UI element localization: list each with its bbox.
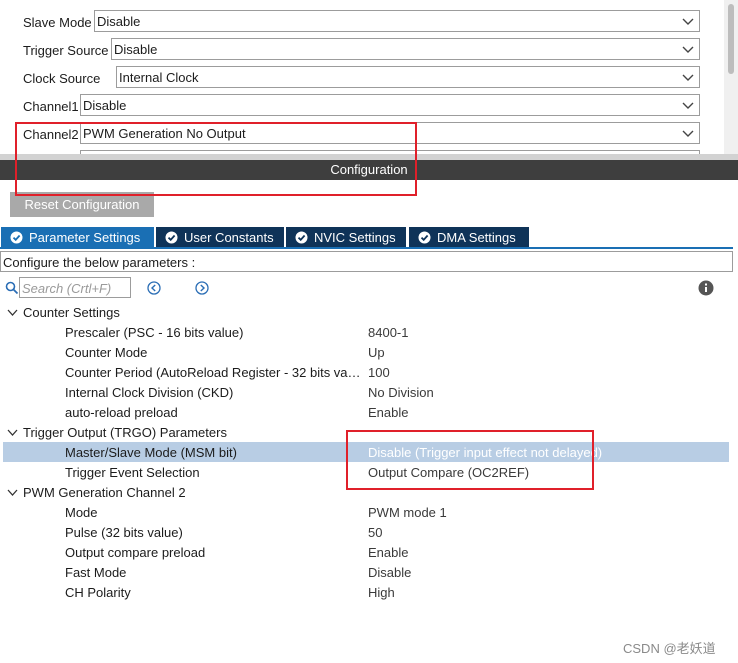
info-icon[interactable] — [698, 280, 714, 296]
param-value[interactable]: Enable — [368, 405, 408, 420]
description-box: Configure the below parameters : — [0, 251, 733, 272]
param-value[interactable]: PWM mode 1 — [368, 505, 447, 520]
param-row[interactable]: CH Polarity High — [0, 582, 733, 602]
next-match-icon[interactable] — [195, 281, 209, 295]
param-row[interactable]: Counter Mode Up — [0, 342, 733, 362]
previous-match-icon[interactable] — [147, 281, 161, 295]
tab-label: Parameter Settings — [29, 230, 141, 245]
channel2-select[interactable]: PWM Generation No Output — [80, 122, 700, 144]
param-name: Counter Mode — [65, 345, 148, 360]
slave-mode-row: Slave Mode Disable — [0, 8, 724, 36]
group-trigger-output[interactable]: Trigger Output (TRGO) Parameters — [0, 422, 733, 442]
check-circle-icon — [165, 231, 178, 244]
search-input[interactable] — [22, 280, 128, 296]
param-value[interactable]: 100 — [368, 365, 390, 380]
slave-mode-label: Slave Mode — [23, 15, 92, 30]
group-title: PWM Generation Channel 2 — [23, 485, 186, 500]
param-name: auto-reload preload — [65, 405, 178, 420]
search-field[interactable] — [19, 277, 131, 298]
group-counter-settings[interactable]: Counter Settings — [0, 302, 733, 322]
param-row[interactable]: Pulse (32 bits value) 50 — [0, 522, 733, 542]
channel2-label: Channel2 — [23, 127, 79, 142]
param-row[interactable]: Trigger Event Selection Output Compare (… — [0, 462, 733, 482]
tab-dma-settings[interactable]: DMA Settings — [409, 227, 529, 248]
param-name: Mode — [65, 505, 98, 520]
slave-mode-value: Disable — [97, 14, 141, 29]
group-title: Counter Settings — [23, 305, 120, 320]
chevron-down-icon — [682, 74, 694, 81]
check-circle-icon — [10, 231, 23, 244]
reset-configuration-button[interactable]: Reset Configuration — [10, 192, 154, 217]
param-name: Counter Period (AutoReload Register - 32… — [65, 365, 361, 380]
channel1-label: Channel1 — [23, 99, 79, 114]
param-value[interactable]: 8400-1 — [368, 325, 408, 340]
chevron-down-icon[interactable] — [7, 487, 18, 498]
trigger-source-row: Trigger Source Disable — [0, 36, 724, 64]
param-row[interactable]: Counter Period (AutoReload Register - 32… — [0, 362, 733, 382]
clock-source-value: Internal Clock — [119, 70, 199, 85]
param-row[interactable]: Fast Mode Disable — [0, 562, 733, 582]
clock-source-label: Clock Source — [23, 71, 101, 86]
param-value[interactable]: Disable — [368, 565, 411, 580]
param-row[interactable]: Internal Clock Division (CKD) No Divisio… — [0, 382, 733, 402]
chevron-down-icon — [682, 102, 694, 109]
clock-source-select[interactable]: Internal Clock — [116, 66, 700, 88]
check-circle-icon — [295, 231, 308, 244]
chevron-down-icon — [682, 18, 694, 25]
param-name: Prescaler (PSC - 16 bits value) — [65, 325, 244, 340]
channel1-select[interactable]: Disable — [80, 94, 700, 116]
group-title: Trigger Output (TRGO) Parameters — [23, 425, 227, 440]
param-name: Fast Mode — [65, 565, 127, 580]
channel2-value: PWM Generation No Output — [83, 126, 246, 141]
param-row[interactable]: Output compare preload Enable — [0, 542, 733, 562]
search-icon — [5, 281, 19, 295]
description-text: Configure the below parameters : — [3, 255, 196, 270]
param-row-selected[interactable]: Master/Slave Mode (MSM bit) Disable (Tri… — [3, 442, 729, 462]
param-row[interactable]: auto-reload preload Enable — [0, 402, 733, 422]
chevron-down-icon[interactable] — [7, 307, 18, 318]
chevron-down-icon[interactable] — [7, 427, 18, 438]
mode-panel: Slave Mode Disable Trigger Source Disabl… — [0, 0, 724, 154]
tab-user-constants[interactable]: User Constants — [156, 227, 284, 248]
slave-mode-select[interactable]: Disable — [94, 10, 700, 32]
tab-parameter-settings[interactable]: Parameter Settings — [1, 227, 154, 248]
channel2-row: Channel2 PWM Generation No Output — [0, 120, 724, 148]
channel1-row: Channel1 Disable — [0, 92, 724, 120]
configuration-header: Configuration — [0, 160, 738, 180]
param-value[interactable]: Output Compare (OC2REF) — [368, 465, 529, 480]
mode-panel-scrollbar[interactable] — [724, 0, 738, 154]
param-name: Output compare preload — [65, 545, 206, 560]
param-name: Internal Clock Division (CKD) — [65, 385, 234, 400]
param-name: Master/Slave Mode (MSM bit) — [65, 445, 237, 460]
param-value[interactable]: Up — [368, 345, 385, 360]
param-value[interactable]: 50 — [368, 525, 382, 540]
tab-nvic-settings[interactable]: NVIC Settings — [286, 227, 406, 248]
tab-label: DMA Settings — [437, 230, 516, 245]
trigger-source-value: Disable — [114, 42, 158, 57]
clock-source-row: Clock Source Internal Clock — [0, 64, 724, 92]
param-value[interactable]: High — [368, 585, 395, 600]
param-name: Trigger Event Selection — [65, 465, 200, 480]
param-row[interactable]: Prescaler (PSC - 16 bits value) 8400-1 — [0, 322, 733, 342]
scrollbar-thumb[interactable] — [728, 4, 734, 74]
tab-label: NVIC Settings — [314, 230, 396, 245]
group-pwm-channel-2[interactable]: PWM Generation Channel 2 — [0, 482, 733, 502]
watermark: CSDN @老妖道 — [623, 641, 716, 656]
param-row[interactable]: Mode PWM mode 1 — [0, 502, 733, 522]
param-name: Pulse (32 bits value) — [65, 525, 183, 540]
param-value[interactable]: Disable (Trigger input effect not delaye… — [368, 445, 602, 460]
chevron-down-icon — [682, 130, 694, 137]
check-circle-icon — [418, 231, 431, 244]
tab-label: User Constants — [184, 230, 274, 245]
trigger-source-select[interactable]: Disable — [111, 38, 700, 60]
chevron-down-icon — [682, 46, 694, 53]
param-value[interactable]: No Division — [368, 385, 434, 400]
tab-underline — [0, 247, 733, 249]
channel1-value: Disable — [83, 98, 127, 113]
trigger-source-label: Trigger Source — [23, 43, 109, 58]
param-value[interactable]: Enable — [368, 545, 408, 560]
param-name: CH Polarity — [65, 585, 131, 600]
